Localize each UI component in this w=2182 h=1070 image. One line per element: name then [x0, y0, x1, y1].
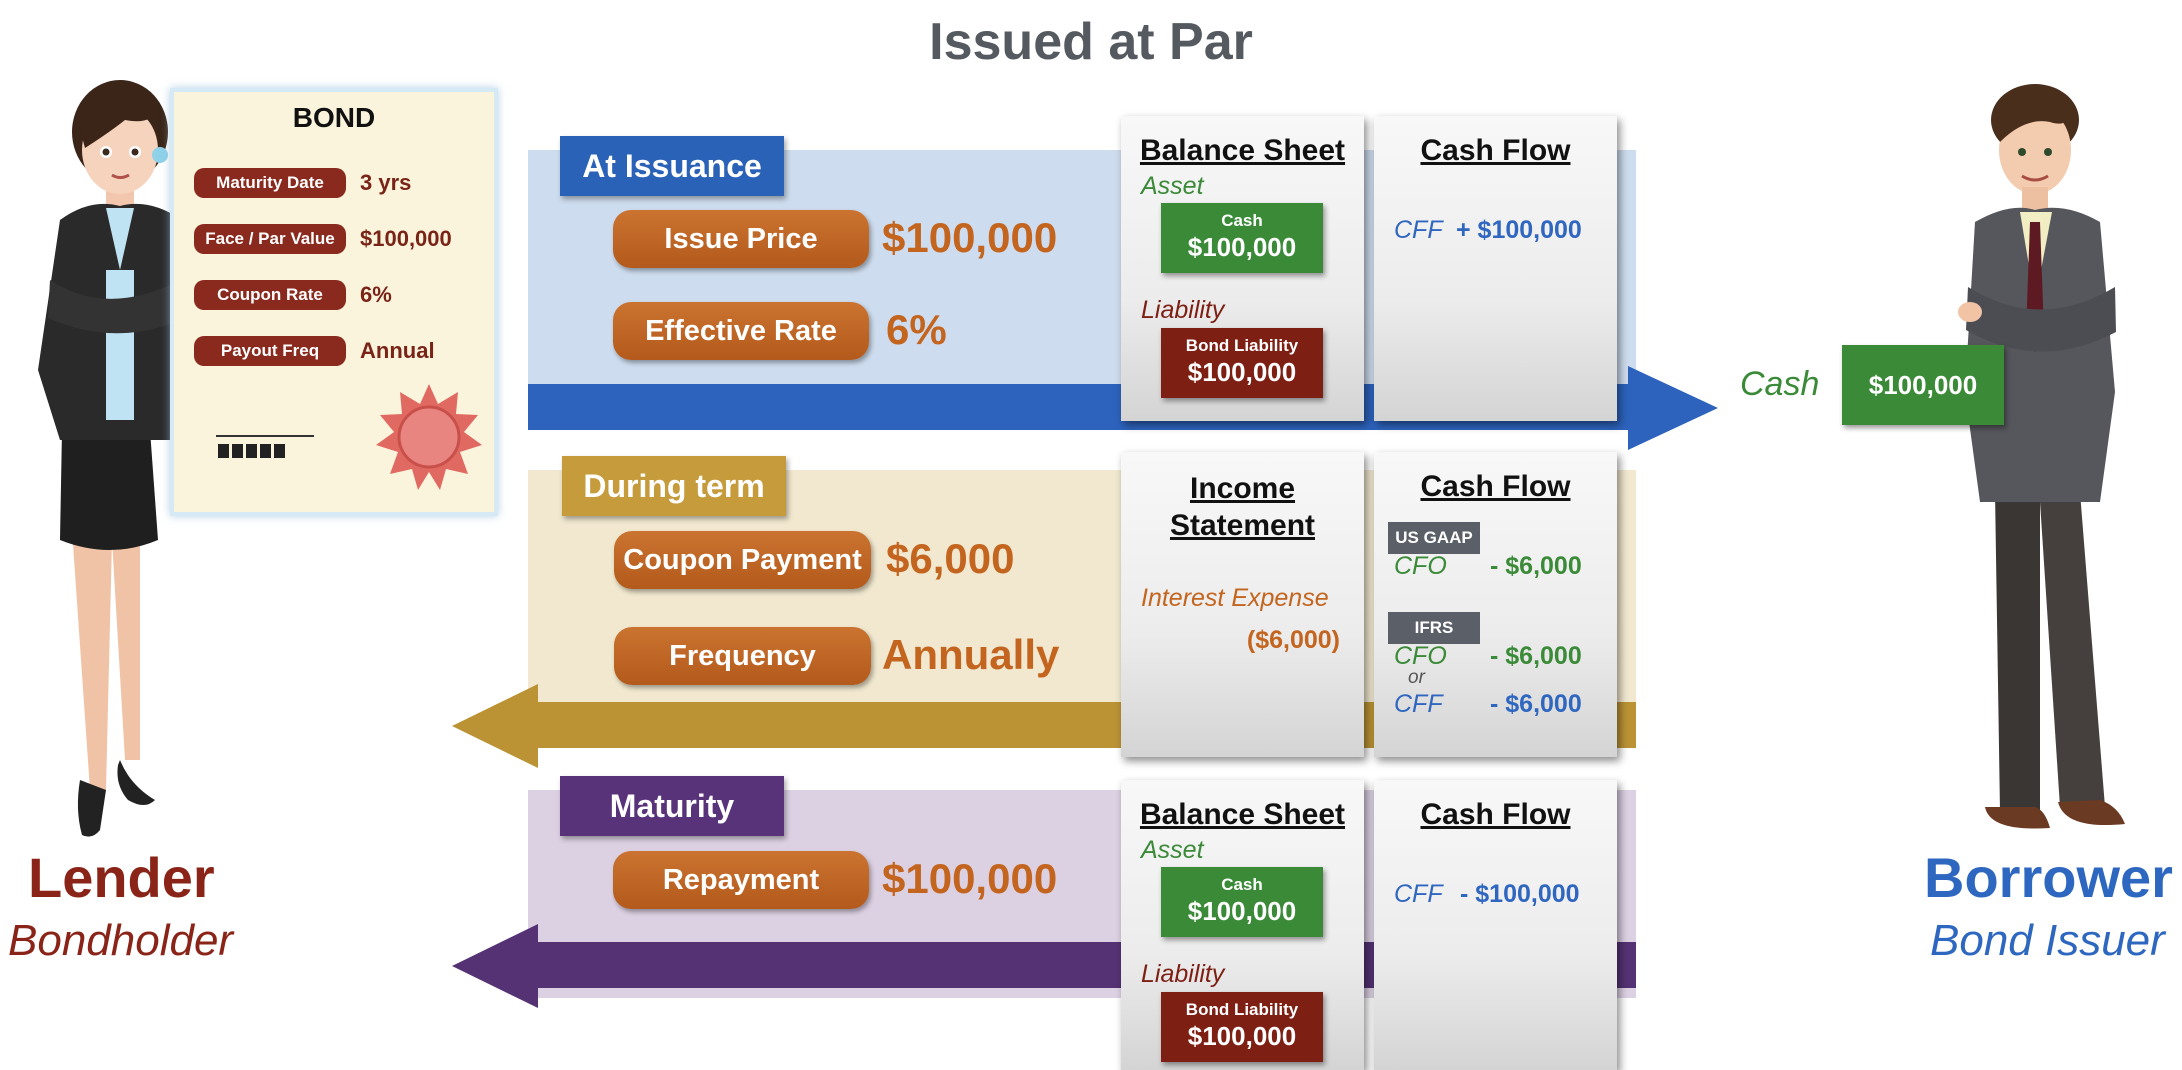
cash-box: Cash $100,000	[1161, 867, 1323, 937]
cash-transfer-label: Cash	[1740, 365, 1820, 403]
bond-row-label: Face / Par Value	[194, 224, 346, 254]
bond-row-label: Payout Freq	[194, 336, 346, 366]
liability-label: Liability	[1141, 960, 1225, 988]
page-title: Issued at Par	[929, 13, 1253, 71]
coupon-payment-value: $6,000	[886, 535, 1015, 582]
box-value: $100,000	[1187, 232, 1297, 262]
cff-label: CFF	[1394, 880, 1443, 908]
box-value: $100,000	[1187, 357, 1297, 387]
maturity-label: Maturity	[560, 776, 784, 836]
income-statement-panel: Income Statement Interest Expense ($6,00…	[1121, 452, 1364, 757]
coupon-payment-pill: Coupon Payment	[614, 531, 871, 589]
maturity-balance-sheet-panel: Balance Sheet Asset Cash $100,000 Liabil…	[1121, 780, 1364, 1070]
repayment-pill: Repayment	[613, 851, 869, 909]
box-value: $100,000	[1187, 1021, 1297, 1051]
box-value: $100,000	[1187, 896, 1297, 926]
interest-expense-value: ($6,000)	[1246, 626, 1340, 654]
panel-heading: Statement	[1169, 509, 1316, 542]
cash-box: Cash $100,000	[1161, 203, 1323, 273]
cff-label: CFF	[1394, 216, 1443, 244]
repayment-value: $100,000	[882, 855, 1058, 902]
asset-label: Asset	[1141, 836, 1204, 864]
borrower-name: Borrower	[1924, 846, 2173, 909]
effective-rate-pill: Effective Rate	[613, 302, 869, 360]
effective-rate-value: 6%	[886, 306, 947, 353]
cash-transfer-value: $100,000	[1868, 370, 1978, 400]
lender-subtitle: Bondholder	[8, 916, 234, 965]
borrower-subtitle: Bond Issuer	[1930, 916, 2165, 965]
panel-heading: Balance Sheet	[1139, 134, 1346, 167]
asset-label: Asset	[1141, 172, 1204, 200]
seal-icon	[376, 384, 482, 490]
panel-heading: Income	[1189, 472, 1296, 505]
us-gaap-badge: US GAAP	[1388, 522, 1480, 554]
bond-heading: BOND	[292, 102, 376, 133]
bond-row-label: Coupon Rate	[194, 280, 346, 310]
bond-row-label: Maturity Date	[194, 168, 346, 198]
bond-certificate: BOND Maturity Date 3 yrs Face / Par Valu…	[170, 88, 498, 516]
box-label: Bond Liability	[1185, 1000, 1299, 1019]
issuance-balance-sheet-panel: Balance Sheet Asset Cash $100,000 Liabil…	[1121, 116, 1364, 421]
issue-price-pill: Issue Price	[613, 210, 869, 268]
bond-row-value: $100,000	[360, 226, 452, 251]
maturity-cash-flow-panel: Cash Flow CFF - $100,000	[1374, 780, 1617, 1070]
issuance-cash-flow-panel: Cash Flow CFF + $100,000	[1374, 116, 1617, 421]
box-label: Bond Liability	[1185, 336, 1299, 355]
cff-amount: + $100,000	[1456, 216, 1582, 244]
lender-name: Lender	[28, 846, 215, 909]
bond-row-value: 3 yrs	[360, 170, 412, 195]
interest-expense-label: Interest Expense	[1141, 584, 1329, 612]
signature-line-icon	[216, 435, 314, 458]
bond-liability-box: Bond Liability $100,000	[1161, 992, 1323, 1062]
bond-row-value: 6%	[360, 282, 392, 307]
cfo-amount: - $6,000	[1490, 552, 1582, 580]
ifrs-cff-amount: - $6,000	[1490, 690, 1582, 718]
frequency-value: Annually	[882, 631, 1060, 678]
frequency-pill: Frequency	[614, 627, 871, 685]
bond-liability-box: Bond Liability $100,000	[1161, 328, 1323, 398]
issuance-label: At Issuance	[560, 136, 784, 196]
bond-row-value: Annual	[360, 338, 435, 363]
borrower-illustration	[1958, 84, 2125, 829]
box-label: Cash	[1221, 875, 1263, 894]
during-cash-flow-panel: Cash Flow US GAAP CFO - $6,000 IFRS CFO …	[1374, 452, 1617, 757]
issue-price-value: $100,000	[882, 214, 1058, 261]
panel-heading: Cash Flow	[1420, 470, 1571, 503]
liability-label: Liability	[1141, 296, 1225, 324]
cfo-label: CFO	[1394, 552, 1447, 580]
panel-heading: Cash Flow	[1420, 134, 1571, 167]
ifrs-cff-label: CFF	[1394, 690, 1443, 718]
ifrs-badge: IFRS	[1388, 612, 1480, 644]
cash-transfer-box: $100,000	[1842, 345, 2004, 425]
ifrs-cfo-amount: - $6,000	[1490, 642, 1582, 670]
or-label: or	[1408, 667, 1425, 688]
during-label: During term	[562, 456, 786, 516]
panel-heading: Cash Flow	[1420, 798, 1571, 831]
box-label: Cash	[1221, 211, 1263, 230]
panel-heading: Balance Sheet	[1139, 798, 1346, 831]
cff-amount: - $100,000	[1460, 880, 1580, 908]
